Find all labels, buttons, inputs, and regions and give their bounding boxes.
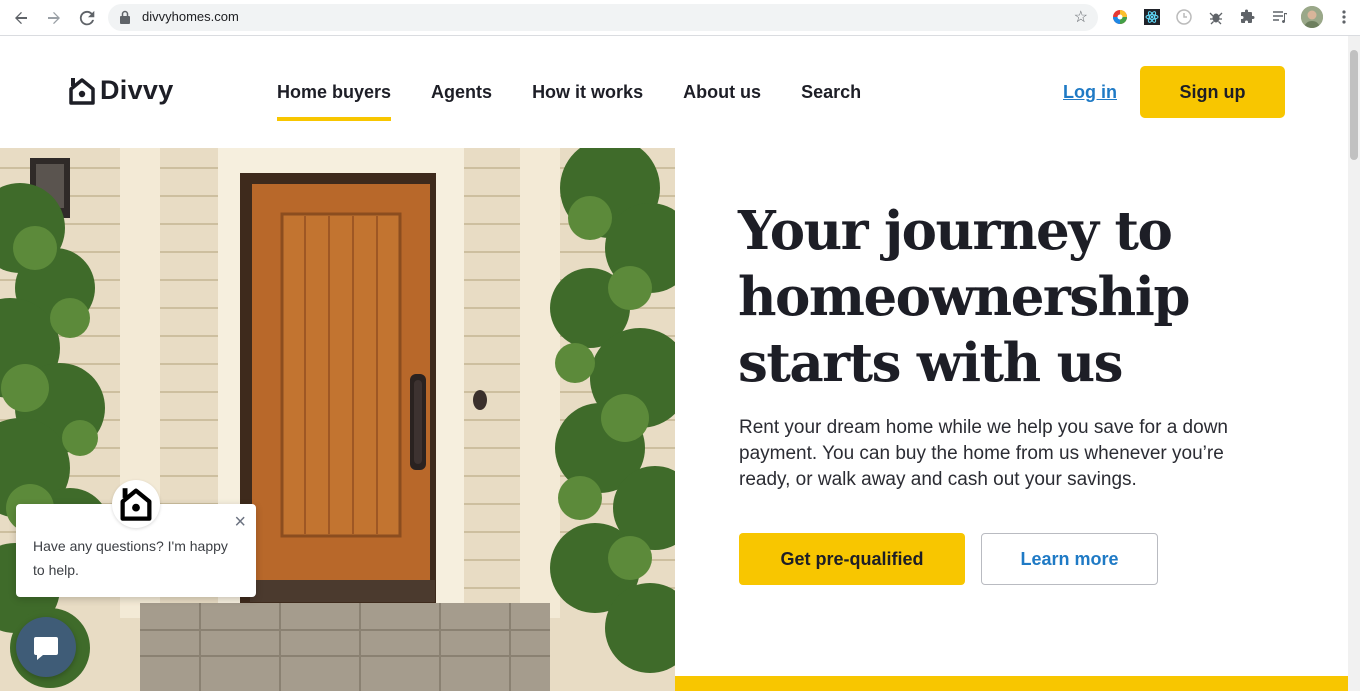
page-scrollbar[interactable]: [1348, 36, 1360, 691]
nav-agents[interactable]: Agents: [431, 82, 492, 121]
get-prequalified-button[interactable]: Get pre-qualified: [739, 533, 965, 585]
chat-avatar: [112, 480, 160, 528]
url-text: divvyhomes.com: [142, 9, 239, 24]
hero-door-image: [0, 148, 675, 691]
main-nav: Home buyers Agents How it works About us…: [277, 82, 901, 121]
address-bar[interactable]: divvyhomes.com ☆: [108, 4, 1098, 31]
browser-toolbar: divvyhomes.com ☆: [0, 0, 1360, 36]
puzzle-extensions-icon[interactable]: [1238, 7, 1258, 27]
divvy-house-icon: [69, 77, 95, 105]
logo-text: Divvy: [100, 75, 174, 105]
divvy-house-icon: [120, 488, 152, 521]
scrollbar-thumb[interactable]: [1350, 50, 1358, 160]
nav-home-buyers[interactable]: Home buyers: [277, 82, 392, 121]
profile-avatar[interactable]: [1301, 6, 1323, 28]
back-icon[interactable]: [10, 7, 32, 29]
hero-headline: Your journey to homeownership starts wit…: [738, 198, 1298, 396]
star-icon[interactable]: ☆: [1074, 7, 1088, 27]
close-icon[interactable]: ×: [234, 512, 246, 532]
chat-bubble-icon: [34, 637, 58, 660]
hero-subtext: Rent your dream home while we help you s…: [739, 417, 1228, 490]
signup-button[interactable]: Sign up: [1140, 66, 1285, 118]
reload-icon[interactable]: [76, 7, 98, 29]
nav-search[interactable]: Search: [801, 82, 861, 121]
headline-line-1: Your journey to: [738, 200, 1173, 262]
lock-icon: [120, 10, 130, 24]
chat-message: Have any questions? I'm happy to help.: [33, 538, 228, 578]
headline-line-2: homeownership: [738, 266, 1190, 328]
headline-line-3: starts with us: [738, 332, 1123, 394]
color-wheel-extension-icon[interactable]: [1110, 7, 1130, 27]
chat-launcher-button[interactable]: [16, 617, 76, 677]
timer-extension-icon[interactable]: [1174, 7, 1194, 27]
bug-extension-icon[interactable]: [1206, 7, 1226, 27]
media-queue-icon[interactable]: [1270, 7, 1290, 27]
menu-dots-icon[interactable]: [1334, 7, 1354, 27]
yellow-accent-bar: [675, 676, 1348, 691]
divvy-logo[interactable]: Divvy: [69, 75, 174, 106]
nav-how-it-works[interactable]: How it works: [532, 82, 643, 121]
learn-more-button[interactable]: Learn more: [981, 533, 1158, 585]
login-link[interactable]: Log in: [1063, 82, 1117, 103]
forward-icon[interactable]: [43, 7, 65, 29]
nav-about-us[interactable]: About us: [683, 82, 761, 121]
react-devtools-icon[interactable]: [1142, 7, 1162, 27]
